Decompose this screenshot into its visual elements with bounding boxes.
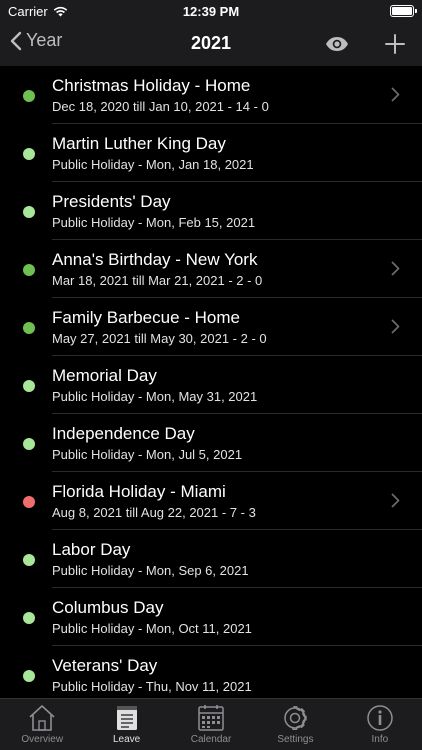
battery-icon <box>390 5 417 17</box>
back-button[interactable]: Year <box>10 30 62 51</box>
list-item-title: Independence Day <box>52 424 195 443</box>
tab-label: Overview <box>21 734 64 745</box>
list-item-text: Martin Luther King Day Public Holiday - M… <box>52 133 382 173</box>
list-item-subtitle: Public Holiday - Mon, Jul 5, 2021 <box>52 447 243 462</box>
tab-leave[interactable]: Leave <box>84 699 168 750</box>
notepad-icon <box>112 704 142 732</box>
status-right <box>390 5 417 17</box>
chevron-left-icon <box>10 31 22 50</box>
list-item-title: Anna's Birthday - New York <box>52 250 258 269</box>
chevron-right-icon <box>391 261 400 281</box>
tab-label: Calendar <box>190 734 232 745</box>
list-item-title: Veterans' Day <box>52 656 158 675</box>
list-item[interactable]: Presidents' Day Public Holiday - Mon, Feb… <box>0 182 422 240</box>
status-dot-icon <box>23 380 35 392</box>
status-dot-icon <box>23 496 35 508</box>
status-bar: Carrier 12:39 PM <box>0 0 422 22</box>
status-time: 12:39 PM <box>182 4 240 19</box>
list-item[interactable]: Columbus Day Public Holiday - Mon, Oct 11… <box>0 588 422 646</box>
status-dot-icon <box>23 438 35 450</box>
list-item-title: Martin Luther King Day <box>52 134 226 153</box>
status-dot-icon <box>23 322 35 334</box>
tab-label: Leave <box>112 734 141 745</box>
status-dot-icon <box>23 612 35 624</box>
list-item-text: Columbus Day Public Holiday - Mon, Oct 11… <box>52 597 382 637</box>
calendar-icon <box>196 704 226 732</box>
status-dot-icon <box>23 90 35 102</box>
list-item-title: Memorial Day <box>52 366 157 385</box>
screen: Carrier 12:39 PM Year 2021 Christmas Hol… <box>0 0 422 750</box>
list-item[interactable]: Veterans' Day Public Holiday - Thu, Nov 1… <box>0 646 422 698</box>
tab-info[interactable]: Info <box>338 699 422 750</box>
list-item[interactable]: Family Barbecue - Home May 27, 2021 till … <box>0 298 422 356</box>
list-item-subtitle: Public Holiday - Mon, Oct 11, 2021 <box>52 621 252 636</box>
list-item-title: Christmas Holiday - Home <box>52 76 251 95</box>
back-button-label: Year <box>26 30 63 50</box>
list-item-subtitle: Public Holiday - Mon, Sep 6, 2021 <box>52 563 249 578</box>
status-dot-icon <box>23 670 35 682</box>
nav-actions <box>322 30 410 58</box>
list-item-text: Family Barbecue - Home May 27, 2021 till … <box>52 307 382 347</box>
list-item-text: Presidents' Day Public Holiday - Mon, Feb… <box>52 191 382 231</box>
list-item-text: Anna's Birthday - New York Mar 18, 2021 t… <box>52 249 382 289</box>
list-item-text: Memorial Day Public Holiday - Mon, May 31… <box>52 365 382 405</box>
list-item-text: Veterans' Day Public Holiday - Thu, Nov 1… <box>52 655 382 695</box>
house-icon <box>27 704 57 732</box>
list-item-subtitle: Aug 8, 2021 till Aug 22, 2021 - 7 - 3 <box>52 505 256 520</box>
list-item-subtitle: Dec 18, 2020 till Jan 10, 2021 - 14 - 0 <box>52 99 269 114</box>
list-item-text: Florida Holiday - Miami Aug 8, 2021 till … <box>52 481 382 521</box>
list-item-subtitle: Public Holiday - Mon, May 31, 2021 <box>52 389 258 404</box>
chevron-right-icon <box>391 319 400 339</box>
list-item-subtitle: Mar 18, 2021 till Mar 21, 2021 - 2 - 0 <box>52 273 263 288</box>
toggle-visibility-button[interactable] <box>322 30 352 58</box>
status-dot-icon <box>23 148 35 160</box>
list-item[interactable]: Independence Day Public Holiday - Mon, Ju… <box>0 414 422 472</box>
status-dot-icon <box>23 264 35 276</box>
status-dot-icon <box>23 206 35 218</box>
chevron-right-icon <box>391 87 400 107</box>
chevron-right-icon <box>391 493 400 513</box>
eye-icon <box>326 37 348 51</box>
tab-settings[interactable]: Settings <box>253 699 337 750</box>
list-item[interactable]: Florida Holiday - Miami Aug 8, 2021 till … <box>0 472 422 530</box>
list-item[interactable]: Christmas Holiday - Home Dec 18, 2020 til… <box>0 66 422 124</box>
info-icon <box>365 704 395 732</box>
list-item[interactable]: Memorial Day Public Holiday - Mon, May 31… <box>0 356 422 414</box>
list-item-title: Columbus Day <box>52 598 164 617</box>
list-item-text: Independence Day Public Holiday - Mon, Ju… <box>52 423 382 463</box>
list-item-subtitle: Public Holiday - Mon, Jan 18, 2021 <box>52 157 254 172</box>
list-item[interactable]: Anna's Birthday - New York Mar 18, 2021 t… <box>0 240 422 298</box>
list-item-subtitle: May 27, 2021 till May 30, 2021 - 2 - 0 <box>52 331 267 346</box>
list-item-title: Presidents' Day <box>52 192 171 211</box>
list-item-subtitle: Public Holiday - Mon, Feb 15, 2021 <box>52 215 256 230</box>
navigation-bar: Year 2021 <box>0 22 422 66</box>
tab-overview[interactable]: Overview <box>0 699 84 750</box>
list-item-text: Christmas Holiday - Home Dec 18, 2020 til… <box>52 75 382 115</box>
add-button[interactable] <box>380 30 410 58</box>
tab-bar: Overview Leave Calendar Settings Info <box>0 698 422 750</box>
list-item[interactable]: Martin Luther King Day Public Holiday - M… <box>0 124 422 182</box>
list-item-title: Labor Day <box>52 540 131 559</box>
list-item[interactable]: Labor Day Public Holiday - Mon, Sep 6, 20… <box>0 530 422 588</box>
list-item-title: Family Barbecue - Home <box>52 308 241 327</box>
gear-icon <box>280 704 310 732</box>
leave-list: Christmas Holiday - Home Dec 18, 2020 til… <box>0 66 422 698</box>
list-item-title: Florida Holiday - Miami <box>52 482 226 501</box>
tab-label: Settings <box>277 734 314 745</box>
tab-calendar[interactable]: Calendar <box>169 699 253 750</box>
list-item-subtitle: Public Holiday - Thu, Nov 11, 2021 <box>52 679 252 694</box>
list-item-text: Labor Day Public Holiday - Mon, Sep 6, 20… <box>52 539 382 579</box>
tab-label: Info <box>371 734 389 745</box>
status-dot-icon <box>23 554 35 566</box>
plus-icon <box>385 34 405 54</box>
